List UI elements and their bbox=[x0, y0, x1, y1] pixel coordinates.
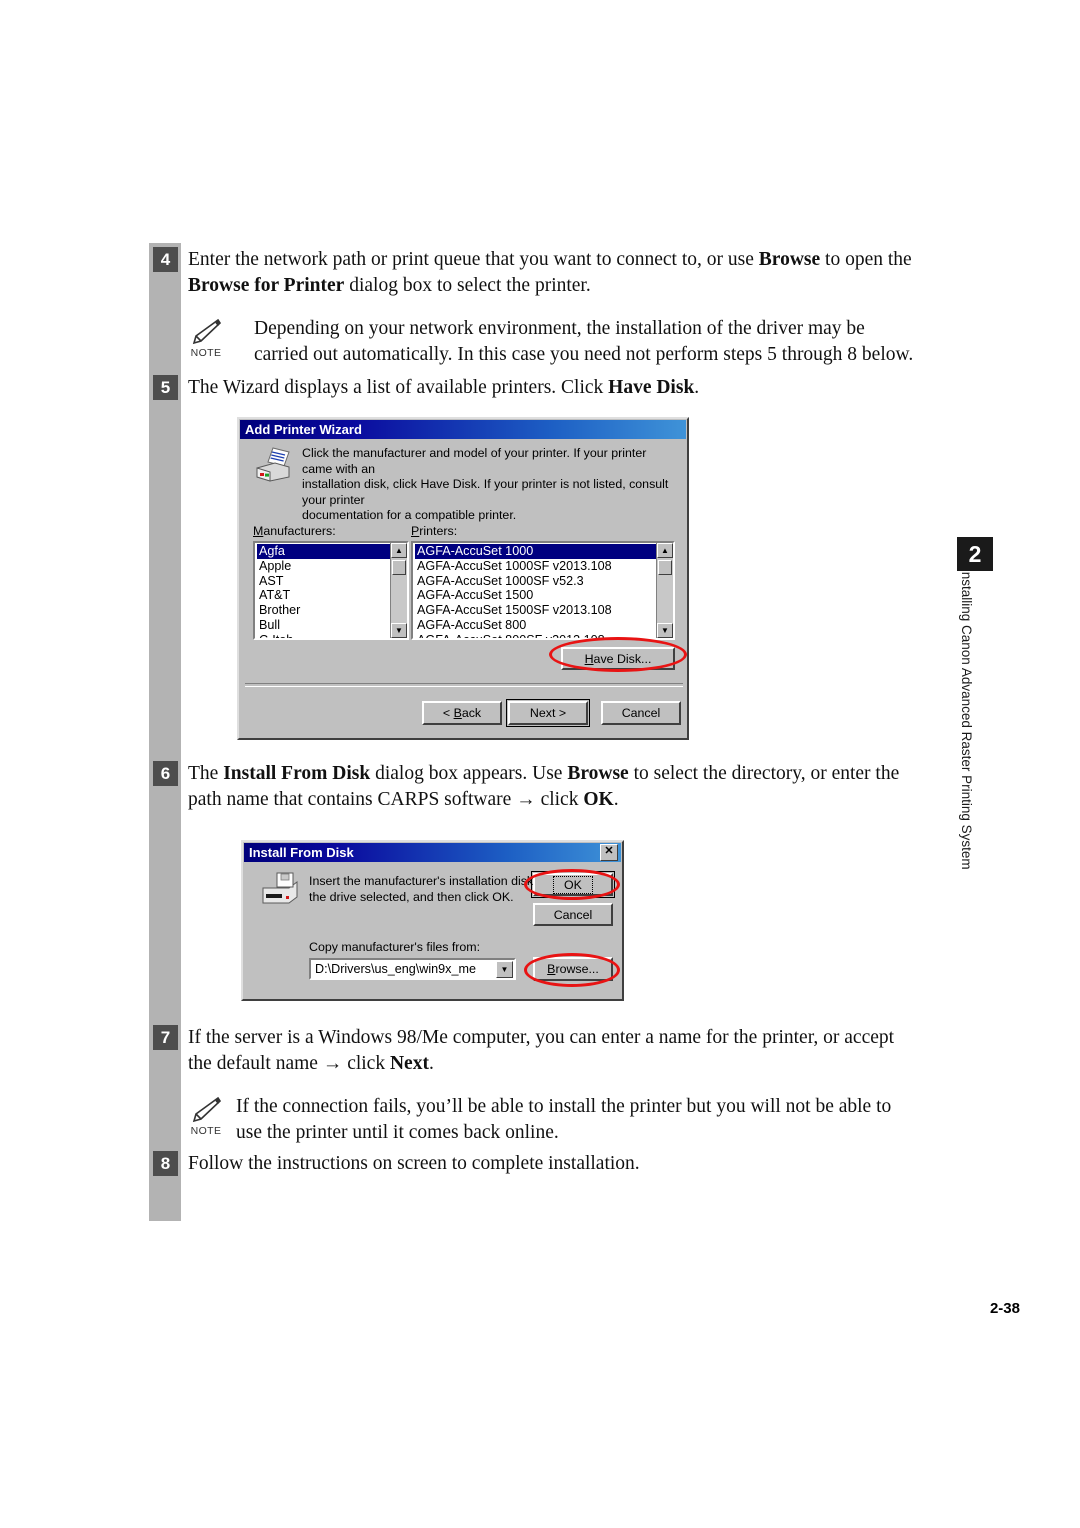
step-number-8: 8 bbox=[153, 1151, 178, 1176]
printers-scroll-down-icon[interactable]: ▼ bbox=[657, 623, 673, 638]
note-1-line-2: carried out automatically. In this case … bbox=[254, 343, 914, 365]
step-number-4: 4 bbox=[153, 247, 178, 272]
next-label: Next > bbox=[529, 706, 567, 720]
install-from-disk-dialog: Install From Disk ✕ Insert the manufactu… bbox=[241, 840, 624, 1001]
note-label-1: NOTE bbox=[190, 347, 222, 359]
add-printer-wizard-dialog: Add Printer Wizard Click the manufacture… bbox=[237, 417, 689, 740]
floppy-drive-icon bbox=[262, 872, 298, 904]
step-4-line-1: Enter the network path or print queue th… bbox=[188, 249, 912, 270]
browse-button[interactable]: Browse... bbox=[533, 957, 613, 981]
note-icon-1: NOTE bbox=[183, 316, 229, 359]
printers-scroll-up-icon[interactable]: ▲ bbox=[657, 543, 673, 558]
printer-item-1[interactable]: AGFA-AccuSet 1000SF v2013.108 bbox=[415, 559, 656, 574]
manufacturer-item-1[interactable]: Apple bbox=[257, 559, 390, 574]
wizard-instruction: Click the manufacturer and model of your… bbox=[302, 446, 674, 524]
step-8-text: Follow the instructions on screen to com… bbox=[188, 1151, 948, 1177]
manufacturer-item-3[interactable]: AT&T bbox=[257, 588, 390, 603]
wizard-titlebar[interactable]: Add Printer Wizard bbox=[240, 420, 686, 439]
note-1-text: Depending on your network environment, t… bbox=[254, 316, 944, 367]
manufacturer-item-5[interactable]: Bull bbox=[257, 618, 390, 633]
have-disk-label: Have Disk... bbox=[584, 651, 652, 666]
manufacturers-scroll-up-icon[interactable]: ▲ bbox=[391, 543, 407, 558]
path-label: Copy manufacturer's files from: bbox=[309, 940, 481, 954]
ok-button[interactable]: OK bbox=[531, 871, 615, 898]
chapter-tab: 2 bbox=[957, 537, 993, 571]
note-label-2: NOTE bbox=[190, 1125, 222, 1137]
ifd-message: Insert the manufacturer's installation d… bbox=[309, 874, 569, 905]
printers-scrollbar[interactable]: ▲ ▼ bbox=[656, 543, 673, 638]
path-combobox[interactable]: D:\Drivers\us_eng\win9x_me ▼ bbox=[309, 958, 516, 980]
wizard-instruction-line-3: documentation for a compatible printer. bbox=[302, 508, 517, 522]
step-8-line-1: Follow the instructions on screen to com… bbox=[188, 1153, 640, 1174]
manufacturer-item-4[interactable]: Brother bbox=[257, 603, 390, 618]
wizard-instruction-line-1: Click the manufacturer and model of your… bbox=[302, 446, 647, 476]
manufacturers-scroll-thumb[interactable] bbox=[392, 560, 406, 575]
printer-item-2[interactable]: AGFA-AccuSet 1000SF v52.3 bbox=[415, 574, 656, 589]
next-button[interactable]: Next > bbox=[506, 699, 590, 727]
cancel-label-wizard: Cancel bbox=[621, 706, 661, 720]
step-7-line-2: the default name → click Next. bbox=[188, 1052, 434, 1074]
step-5-text: The Wizard displays a list of available … bbox=[188, 375, 938, 401]
wizard-separator bbox=[245, 683, 683, 687]
chevron-down-icon[interactable]: ▼ bbox=[496, 960, 513, 978]
note-2-line-2: use the printer until it comes back onli… bbox=[236, 1121, 559, 1143]
manufacturers-items[interactable]: Agfa Apple AST AT&T Brother Bull C-Itoh bbox=[255, 543, 390, 638]
step-number-7: 7 bbox=[153, 1025, 178, 1050]
manufacturers-label-rest: anufacturers: bbox=[263, 524, 336, 538]
step-6-text: The Install From Disk dialog box appears… bbox=[188, 761, 948, 812]
note-2-text: If the connection fails, you’ll be able … bbox=[236, 1094, 946, 1145]
printer-item-6[interactable]: AGFA-AccuSet 800SF v2013.108 bbox=[415, 633, 656, 638]
printer-item-4[interactable]: AGFA-AccuSet 1500SF v2013.108 bbox=[415, 603, 656, 618]
note-2-line-1: If the connection fails, you’ll be able … bbox=[236, 1096, 892, 1117]
step-4-line-2: Browse for Printer dialog box to select … bbox=[188, 274, 591, 296]
printer-icon bbox=[256, 447, 290, 482]
step-number-5: 5 bbox=[153, 375, 178, 400]
back-label: < Back bbox=[442, 706, 482, 720]
have-disk-button[interactable]: Have Disk... bbox=[561, 647, 675, 670]
printer-item-3[interactable]: AGFA-AccuSet 1500 bbox=[415, 588, 656, 603]
cancel-label-ifd: Cancel bbox=[553, 907, 593, 922]
pencil-icon bbox=[192, 318, 222, 345]
manufacturers-scrollbar[interactable]: ▲ ▼ bbox=[390, 543, 407, 638]
browse-label: Browse... bbox=[547, 962, 599, 976]
manufacturers-label: Manufacturers: bbox=[253, 524, 336, 538]
note-icon-2: NOTE bbox=[183, 1094, 229, 1137]
ifd-titlebar[interactable]: Install From Disk ✕ bbox=[244, 843, 621, 862]
manufacturers-scroll-down-icon[interactable]: ▼ bbox=[391, 623, 407, 638]
ifd-message-line-1: Insert the manufacturer's installation d… bbox=[309, 874, 557, 888]
path-value: D:\Drivers\us_eng\win9x_me bbox=[315, 962, 476, 976]
manufacturers-listbox[interactable]: Agfa Apple AST AT&T Brother Bull C-Itoh … bbox=[253, 541, 409, 640]
step-7-line-1: If the server is a Windows 98/Me compute… bbox=[188, 1027, 895, 1048]
step-6-line-2: path name that contains CARPS software →… bbox=[188, 788, 619, 810]
note-1-line-1: Depending on your network environment, t… bbox=[254, 318, 865, 339]
back-button[interactable]: < Back bbox=[422, 701, 502, 725]
cancel-button-ifd[interactable]: Cancel bbox=[533, 903, 613, 926]
printers-items[interactable]: AGFA-AccuSet 1000 AGFA-AccuSet 1000SF v2… bbox=[413, 543, 656, 638]
step-4-text: Enter the network path or print queue th… bbox=[188, 247, 938, 298]
ifd-message-line-2: the drive selected, and then click OK. bbox=[309, 889, 514, 904]
wizard-title: Add Printer Wizard bbox=[245, 422, 362, 437]
printers-scroll-thumb[interactable] bbox=[658, 560, 672, 575]
printer-item-5[interactable]: AGFA-AccuSet 800 bbox=[415, 618, 656, 633]
printer-item-0[interactable]: AGFA-AccuSet 1000 bbox=[415, 544, 656, 559]
step-5-line-1: The Wizard displays a list of available … bbox=[188, 377, 700, 398]
manufacturer-item-2[interactable]: AST bbox=[257, 574, 390, 589]
step-6-line-1: The Install From Disk dialog box appears… bbox=[188, 763, 900, 784]
manufacturers-accel: M bbox=[253, 524, 264, 538]
pencil-icon-2 bbox=[192, 1096, 222, 1123]
printers-listbox[interactable]: AGFA-AccuSet 1000 AGFA-AccuSet 1000SF v2… bbox=[411, 541, 675, 640]
wizard-instruction-line-2: installation disk, click Have Disk. If y… bbox=[302, 477, 669, 507]
page-number: 2-38 bbox=[989, 1300, 1020, 1317]
manufacturer-item-0[interactable]: Agfa bbox=[257, 544, 390, 559]
ok-label: OK bbox=[553, 875, 593, 894]
ifd-title: Install From Disk bbox=[249, 845, 354, 860]
printers-label-rest: rinters: bbox=[419, 524, 458, 538]
step-number-6: 6 bbox=[153, 761, 178, 786]
close-icon[interactable]: ✕ bbox=[600, 844, 618, 861]
manufacturer-item-6[interactable]: C-Itoh bbox=[257, 633, 390, 638]
printers-label: Printers: bbox=[411, 524, 457, 538]
cancel-button-wizard[interactable]: Cancel bbox=[601, 701, 681, 725]
chapter-side-text: Installing Canon Advanced Raster Printin… bbox=[959, 568, 974, 870]
step-7-text: If the server is a Windows 98/Me compute… bbox=[188, 1025, 948, 1076]
